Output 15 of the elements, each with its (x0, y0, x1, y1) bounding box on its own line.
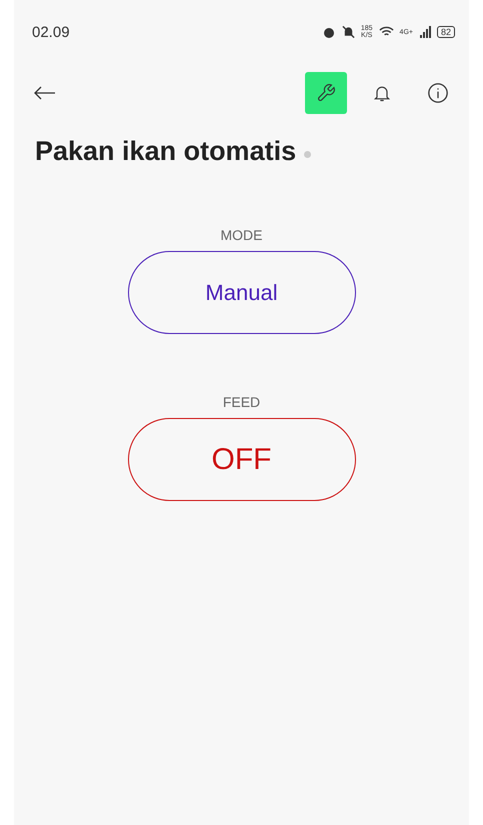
wrench-icon (316, 83, 336, 103)
toggle-button[interactable]: Manual (128, 251, 356, 334)
wrench-button[interactable] (305, 72, 347, 114)
battery-level: 82 (436, 26, 455, 38)
wifi-icon (378, 26, 394, 38)
page-title: Pakan ikan otomatis (35, 136, 296, 167)
control-label: MODE (220, 227, 262, 243)
status-time: 02.09 (32, 24, 70, 40)
bell-off-icon (342, 25, 355, 39)
signal-icon (418, 26, 431, 38)
status-dot (304, 151, 312, 158)
info-icon (427, 82, 449, 104)
back-arrow-icon[interactable] (34, 86, 56, 100)
toggle-button[interactable]: OFF (128, 418, 356, 501)
control-label: FEED (222, 394, 260, 410)
